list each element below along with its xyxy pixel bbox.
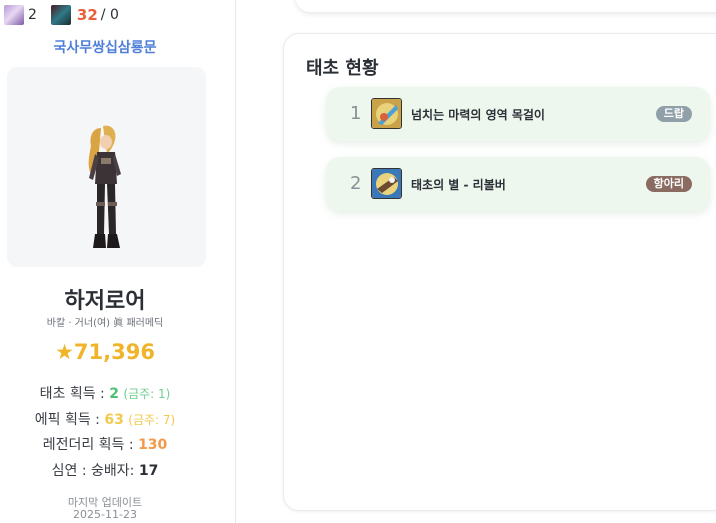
character-portrait xyxy=(7,67,206,267)
fame-number: 71,396 xyxy=(73,340,155,364)
item-rank: 1 xyxy=(350,103,362,124)
character-icon xyxy=(4,5,24,25)
counter-b-suffix: / 0 xyxy=(100,7,119,23)
creature-icon xyxy=(50,5,71,25)
stat-value: 130 xyxy=(138,437,168,453)
list-item[interactable]: 2 태초의 별 - 리볼버 항아리 xyxy=(326,157,710,211)
source-badge: 항아리 xyxy=(645,176,692,192)
stat-epic: 에픽 획득 : 63 (금주: 7) xyxy=(0,409,210,429)
revolver-item-icon xyxy=(371,168,402,199)
last-updated-date: 2025-11-23 xyxy=(73,508,137,521)
counter-bar: 2 32 / 0 xyxy=(4,4,119,26)
stat-legendary: 레전더리 획득 : 130 xyxy=(0,434,210,454)
list-item[interactable]: 1 넘치는 마력의 영역 목걸이 드랍 xyxy=(326,87,710,141)
taecho-status-panel: 태초 현황 1 넘치는 마력의 영역 목걸이 드랍 2 태초의 별 - 리볼버 … xyxy=(283,33,716,511)
stat-label: 태초 획득 : xyxy=(39,386,110,402)
panel-title: 태초 현황 xyxy=(306,58,379,79)
previous-panel-card xyxy=(296,0,716,12)
star-icon: ★ xyxy=(55,340,74,364)
item-name: 태초의 별 - 리볼버 xyxy=(411,178,506,192)
guild-name[interactable]: 국사무쌍십삼룡문 xyxy=(0,37,210,57)
stat-taecho: 태초 획득 : 2 (금주: 1) xyxy=(0,383,210,403)
item-name: 넘치는 마력의 영역 목걸이 xyxy=(411,108,545,122)
character-sidebar: 2 32 / 0 국사무쌍십삼룡문 하저로어 바칼 · 거너(여) 眞 패러메딕… xyxy=(0,0,236,523)
stat-value: 2 xyxy=(109,386,119,402)
counter-b-value: 32 xyxy=(76,6,98,24)
necklace-item-icon xyxy=(371,98,402,129)
stat-label: 심연 : 숭배자: xyxy=(51,463,139,479)
fame-value: ★71,396 xyxy=(0,340,210,364)
last-updated: 마지막 업데이트 2025-11-23 xyxy=(0,497,210,521)
stat-weekly: (금주: 1) xyxy=(123,387,171,401)
source-badge: 드랍 xyxy=(655,106,692,122)
character-name: 하저로어 xyxy=(64,289,146,314)
character-server-class: 바칼 · 거너(여) 眞 패러메딕 xyxy=(46,318,164,329)
stat-value: 63 xyxy=(104,412,124,428)
counter-a-value: 2 xyxy=(28,7,37,23)
stat-label: 에픽 획득 : xyxy=(34,412,105,428)
character-sprite-icon xyxy=(88,125,121,248)
stat-value: 17 xyxy=(138,463,159,479)
item-rank: 2 xyxy=(350,173,362,194)
stat-weekly: (금주: 7) xyxy=(128,413,176,427)
stat-label: 레전더리 획득 : xyxy=(42,437,139,453)
stat-abyss: 심연 : 숭배자: 17 xyxy=(0,460,210,480)
